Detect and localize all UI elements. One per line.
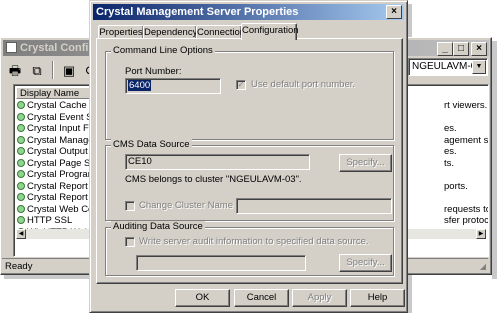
tab-configuration[interactable]: Configuration: [241, 23, 299, 40]
ok-button[interactable]: OK: [175, 289, 230, 307]
list-item[interactable]: Crystal Cache Server: [17, 100, 95, 111]
service-description: rt viewers.: [444, 100, 488, 111]
app-icon: [6, 42, 17, 53]
service-description: agement services.: [444, 134, 489, 146]
scroll-left-arrow-icon[interactable]: ◀: [16, 229, 26, 239]
service-name: Crystal Program Job Server: [27, 169, 95, 180]
tab-dependency[interactable]: Dependency: [143, 25, 197, 39]
write-audit-checkbox[interactable]: [125, 237, 135, 247]
port-number-value: 6400: [128, 80, 152, 91]
tab-properties[interactable]: Properties: [98, 25, 144, 39]
cms-data-source-group-label: CMS Data Source: [111, 139, 192, 151]
cms-data-source-group: CMS Data Source CE10 Specify... CMS belo…: [105, 139, 394, 221]
list-item[interactable]: Crystal Output File Repository Server: [17, 146, 95, 157]
audit-specify-button[interactable]: Specify...: [339, 254, 392, 272]
service-description: ts.: [444, 157, 455, 169]
configuration-panel: Command Line Options Port Number: 6400 ✓…: [96, 38, 403, 284]
service-icon: [17, 181, 25, 190]
properties-dialog: Crystal Management Server Properties × P…: [89, 0, 408, 313]
apply-button[interactable]: Apply: [292, 289, 347, 307]
service-name: Crystal Web Component Server: [27, 203, 95, 215]
print-icon[interactable]: 🖶: [5, 61, 25, 79]
window-shadow-bottom: [4, 275, 89, 279]
service-description: requests to the Crys: [444, 203, 488, 215]
scroll-right-arrow-icon[interactable]: ▶: [476, 229, 486, 239]
service-name: Crystal Report Application Server: [27, 180, 95, 192]
column-header-display-name[interactable]: Display Name: [16, 87, 94, 99]
list-item[interactable]: HTTP SSL: [17, 215, 95, 226]
service-icon: [17, 193, 25, 201]
change-cluster-label: Change Cluster Name to: [139, 200, 244, 211]
service-icon: [17, 170, 25, 178]
service-icon: [17, 147, 25, 155]
service-description: ports.: [444, 180, 468, 192]
list-item[interactable]: Crystal Report Application Server: [17, 181, 95, 192]
auditing-group-label: Auditing Data Source: [111, 221, 205, 233]
dialog-close-button[interactable]: ×: [386, 5, 402, 19]
list-item[interactable]: Crystal Report Job Server: [17, 192, 95, 203]
chevron-down-icon[interactable]: ▼: [472, 60, 486, 74]
copy-icon[interactable]: ⧉: [27, 61, 47, 79]
server-select[interactable]: NGEULAVM-03 ▼: [408, 58, 488, 76]
list-item[interactable]: Crystal Program Job Server: [17, 169, 95, 180]
tab-connection[interactable]: Connection: [196, 25, 245, 39]
service-icon: [17, 112, 25, 121]
service-icon: [17, 124, 25, 132]
service-icon: [17, 135, 25, 144]
properties-icon[interactable]: ▣: [59, 61, 79, 79]
help-button[interactable]: Help: [350, 289, 405, 307]
change-cluster-checkbox[interactable]: [125, 201, 135, 211]
close-button[interactable]: ×: [471, 42, 487, 56]
service-description: es.: [444, 146, 457, 157]
default-port-label: Use default port number.: [251, 79, 356, 90]
cluster-name-field[interactable]: [236, 198, 392, 214]
write-audit-label: Write server audit information to specif…: [139, 236, 369, 247]
service-description: sfer protocol (HTTP: [444, 215, 489, 226]
service-icon: [17, 204, 25, 213]
minimize-button[interactable]: _: [437, 42, 453, 56]
auditing-data-source-group: Auditing Data Source Write server audit …: [105, 221, 394, 276]
default-port-checkbox[interactable]: ✓: [236, 80, 246, 90]
service-icon: [17, 101, 25, 109]
service-name: Crystal Report Job Server: [27, 192, 95, 203]
list-item[interactable]: Crystal Management Server: [17, 135, 95, 146]
service-name: Crystal Output File Repository Server: [27, 146, 95, 157]
resize-grip-icon[interactable]: ◢: [480, 262, 486, 272]
service-name: HTTP SSL: [27, 215, 73, 226]
window-shadow: [492, 41, 497, 279]
audit-data-source-field[interactable]: [136, 255, 306, 271]
list-item[interactable]: Crystal Page Server: [17, 158, 95, 169]
cancel-button[interactable]: Cancel: [234, 289, 289, 307]
cms-data-source-value: CE10: [128, 156, 152, 167]
port-number-field[interactable]: 6400: [125, 78, 221, 94]
list-item[interactable]: Crystal Event Server: [17, 112, 95, 123]
status-text: Ready: [5, 261, 33, 272]
cms-specify-button[interactable]: Specify...: [339, 154, 392, 172]
cluster-info-text: CMS belongs to cluster "NGEULAVM-03".: [125, 174, 302, 185]
toolbar-separator: [52, 61, 54, 79]
dialog-titlebar[interactable]: Crystal Management Server Properties ×: [93, 4, 404, 20]
port-number-label: Port Number:: [125, 66, 182, 77]
command-line-group: Command Line Options Port Number: 6400 ✓…: [105, 45, 394, 140]
service-name: Crystal Cache Server: [27, 100, 95, 111]
service-description: es.: [444, 123, 457, 134]
command-line-group-label: Command Line Options: [111, 45, 215, 57]
service-icon: [17, 158, 25, 167]
service-icon: [17, 216, 25, 224]
service-name: Crystal Management Server: [27, 134, 95, 146]
dialog-title: Crystal Management Server Properties: [96, 6, 299, 18]
list-item[interactable]: Crystal Input File Repository Server: [17, 123, 95, 134]
maximize-button[interactable]: □: [453, 42, 469, 56]
service-name: Crystal Input File Repository Server: [27, 123, 95, 134]
list-item[interactable]: Crystal Web Component Server: [17, 204, 95, 215]
cms-data-source-field[interactable]: CE10: [125, 154, 310, 170]
service-name: Crystal Event Server: [27, 111, 95, 123]
service-name: Crystal Page Server: [27, 157, 95, 169]
